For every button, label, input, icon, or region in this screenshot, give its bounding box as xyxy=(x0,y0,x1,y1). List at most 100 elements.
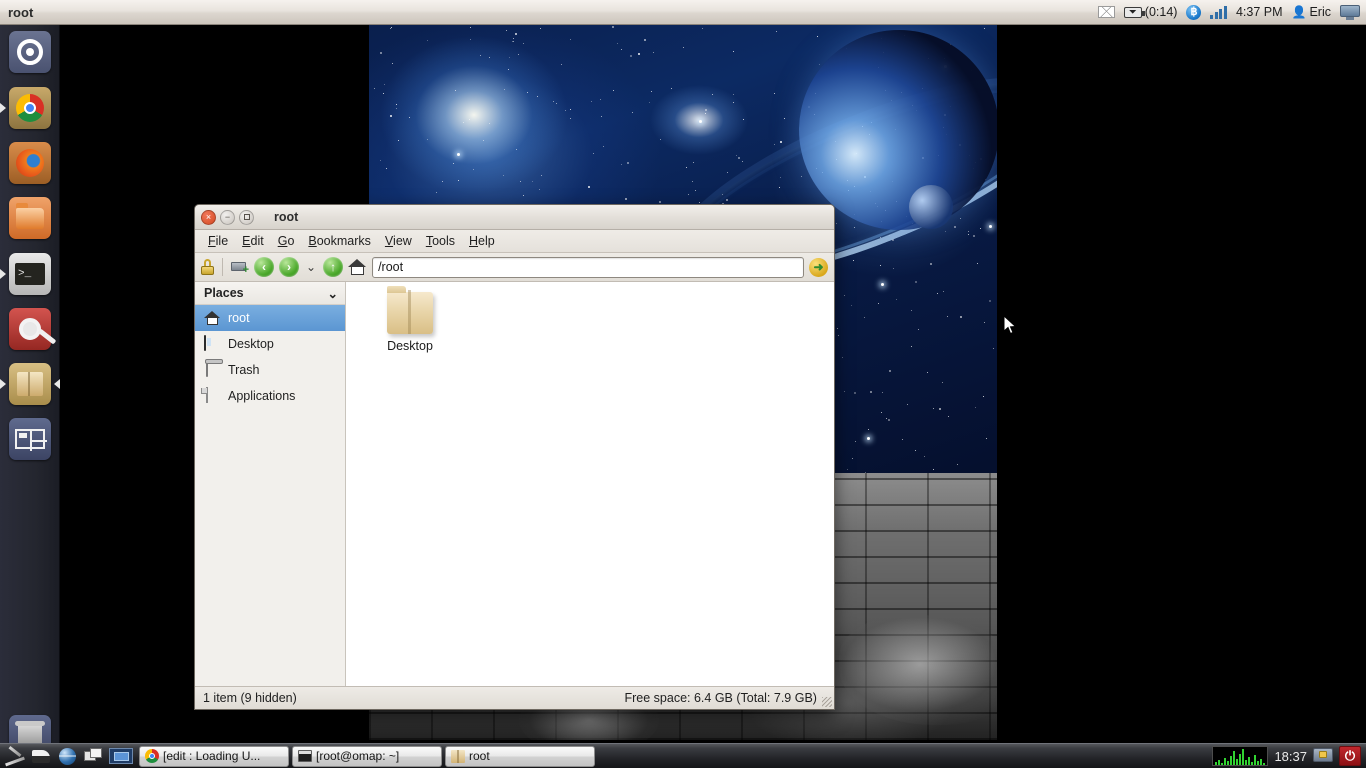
envelope-icon xyxy=(1098,6,1115,18)
clock-indicator[interactable]: 4:37 PM xyxy=(1236,5,1283,19)
menu-bookmarks-rest: ookmarks xyxy=(317,234,371,248)
files-icon xyxy=(16,208,44,229)
workspace-pager-icon[interactable] xyxy=(106,745,136,767)
launcher-item-dash[interactable] xyxy=(9,31,51,73)
top-panel: root ⏷ (0:14) ฿ 4:37 PM 👤 Eric xyxy=(0,0,1366,25)
desktop-icon xyxy=(204,335,206,351)
lock-screen-icon[interactable] xyxy=(1313,748,1333,765)
chevron-down-icon[interactable]: ⌄ xyxy=(328,286,338,301)
bluetooth-icon: ฿ xyxy=(1186,5,1201,20)
file-manager-window: × − root File Edit Go Bookmarks View Too… xyxy=(194,204,835,710)
running-indicator-left xyxy=(0,103,6,113)
file-item-label: Desktop xyxy=(370,339,450,353)
mouse-cursor xyxy=(1004,316,1018,336)
signal-indicator[interactable] xyxy=(1210,6,1227,19)
system-settings-icon xyxy=(19,318,41,340)
user-menu[interactable]: 👤 Eric xyxy=(1292,5,1331,19)
applications-icon xyxy=(206,387,208,403)
menu-view-mnemonic: V xyxy=(385,234,393,248)
window-close-button[interactable]: × xyxy=(201,210,216,225)
mail-indicator[interactable] xyxy=(1098,6,1115,18)
menu-file[interactable]: File xyxy=(201,232,235,250)
taskbar-clock[interactable]: 18:37 xyxy=(1274,749,1307,764)
terminal-icon xyxy=(298,750,312,762)
taskbar-window-label: [edit : Loading U... xyxy=(163,749,260,763)
back-arrow-icon[interactable]: ‹ xyxy=(254,257,274,277)
places-sidebar: Places ⌄ root Desktop Trash Applications xyxy=(195,282,346,686)
top-panel-tray: ⏷ (0:14) ฿ 4:37 PM 👤 Eric xyxy=(1098,5,1366,20)
menu-tools-rest: ools xyxy=(432,234,455,248)
folder-icon xyxy=(387,292,433,334)
trash-icon xyxy=(206,361,208,377)
signal-strength-icon xyxy=(1210,6,1227,19)
menu-help-rest: elp xyxy=(478,234,495,248)
taskbar-window-chrome[interactable]: [edit : Loading U... xyxy=(139,746,289,767)
sidebar-item-trash[interactable]: Trash xyxy=(195,357,345,383)
show-desktop-icon[interactable] xyxy=(28,745,54,767)
file-item-desktop[interactable]: Desktop xyxy=(370,292,450,353)
xfce-logo-icon[interactable] xyxy=(2,745,28,767)
toolbar-separator xyxy=(222,258,223,276)
launcher-item-workspace-switcher[interactable] xyxy=(9,418,51,460)
menubar: File Edit Go Bookmarks View Tools Help xyxy=(195,230,834,253)
menu-edit[interactable]: Edit xyxy=(235,232,271,250)
window-minimize-button[interactable]: − xyxy=(220,210,235,225)
folder-icon xyxy=(17,372,43,396)
menu-help[interactable]: Help xyxy=(462,232,502,250)
menu-view[interactable]: View xyxy=(378,232,419,250)
window-list-icon[interactable] xyxy=(80,745,106,767)
taskbar-window-files[interactable]: root xyxy=(445,746,595,767)
window-titlebar[interactable]: × − root xyxy=(195,205,834,230)
statusbar: 1 item (9 hidden) Free space: 6.4 GB (To… xyxy=(195,686,834,709)
places-header[interactable]: Places ⌄ xyxy=(195,282,345,305)
sidebar-item-applications[interactable]: Applications xyxy=(195,383,345,409)
menu-go-rest: o xyxy=(287,234,294,248)
window-maximize-button[interactable] xyxy=(239,210,254,225)
menu-go[interactable]: Go xyxy=(271,232,302,250)
lock-icon[interactable] xyxy=(201,259,214,275)
taskbar-window-terminal[interactable]: [root@omap: ~] xyxy=(292,746,442,767)
forward-arrow-icon[interactable]: › xyxy=(279,257,299,277)
sidebar-item-desktop[interactable]: Desktop xyxy=(195,331,345,357)
sidebar-item-root[interactable]: root xyxy=(195,305,345,331)
menu-tools[interactable]: Tools xyxy=(419,232,462,250)
status-free-space: Free space: 6.4 GB (Total: 7.9 GB) xyxy=(625,691,817,705)
menu-file-rest: ile xyxy=(216,234,229,248)
moon xyxy=(909,185,953,229)
launcher-item-firefox[interactable] xyxy=(9,142,51,184)
battery-indicator[interactable]: ⏷ (0:14) xyxy=(1124,5,1178,19)
home-icon xyxy=(204,310,221,327)
firefox-icon xyxy=(16,149,44,177)
go-arrow-icon[interactable]: ➜ xyxy=(809,258,828,277)
window-resize-grip[interactable] xyxy=(822,697,832,707)
chevron-down-icon[interactable]: ⌄ xyxy=(304,260,318,274)
launcher-item-terminal[interactable]: >_ xyxy=(9,253,51,295)
launcher-item-files[interactable] xyxy=(9,197,51,239)
path-input[interactable]: /root xyxy=(372,257,804,278)
menu-bookmarks[interactable]: Bookmarks xyxy=(301,232,378,250)
web-browser-icon[interactable] xyxy=(54,745,80,767)
display-indicator[interactable] xyxy=(1340,5,1360,20)
power-button-icon[interactable]: ⏻ xyxy=(1339,746,1361,766)
user-name-label: Eric xyxy=(1309,5,1331,19)
launcher-item-folder[interactable] xyxy=(9,363,51,405)
new-tab-icon[interactable]: + xyxy=(231,260,249,275)
up-arrow-icon[interactable]: ↑ xyxy=(323,257,343,277)
sidebar-item-label: Applications xyxy=(228,389,295,403)
taskbar-tray: 18:37 ⏻ xyxy=(1212,746,1364,766)
chrome-icon xyxy=(145,749,159,763)
places-header-label: Places xyxy=(204,286,244,300)
top-panel-clock: 4:37 PM xyxy=(1236,5,1283,19)
focused-indicator-right xyxy=(54,379,60,389)
menu-edit-rest: dit xyxy=(251,234,264,248)
taskbar-window-label: root xyxy=(469,749,490,763)
system-monitor-graph[interactable] xyxy=(1212,746,1268,766)
menu-help-mnemonic: H xyxy=(469,234,478,248)
file-view[interactable]: Desktop xyxy=(346,282,834,686)
battery-time-label: (0:14) xyxy=(1145,5,1178,19)
launcher-item-chrome[interactable] xyxy=(9,87,51,129)
launcher-item-system-settings[interactable] xyxy=(9,308,51,350)
bluetooth-indicator[interactable]: ฿ xyxy=(1186,5,1201,20)
display-icon xyxy=(1340,5,1360,20)
menu-edit-mnemonic: E xyxy=(242,234,250,248)
